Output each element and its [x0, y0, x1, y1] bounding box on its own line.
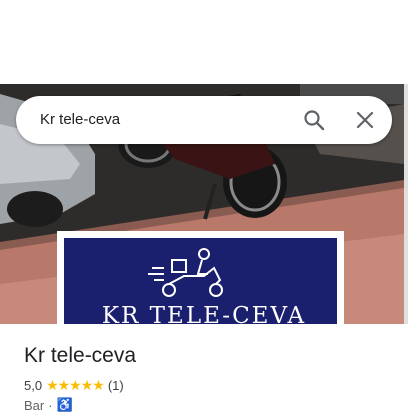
search-bar[interactable]: Kr tele-ceva — [16, 96, 392, 144]
rating-value: 5,0 — [24, 378, 43, 393]
scrollbar[interactable] — [404, 84, 408, 324]
search-icon[interactable] — [302, 108, 326, 132]
sign-board: KR TELE-CEVA — [64, 238, 337, 324]
category-row: Bar · ♿ — [24, 397, 73, 413]
business-sign: KR TELE-CEVA — [57, 231, 344, 324]
wheelchair-icon: ♿ — [56, 397, 73, 412]
separator: · — [48, 397, 53, 413]
place-category: Bar — [24, 397, 45, 413]
place-name: Kr tele-ceva — [24, 344, 137, 367]
sign-title: KR TELE-CEVA — [101, 303, 307, 324]
map-top-area — [0, 0, 408, 84]
star-rating-icon: ★★★★★ — [46, 377, 105, 393]
search-input[interactable]: Kr tele-ceva — [40, 111, 120, 128]
rating-row[interactable]: 5,0 ★★★★★ (1) — [24, 377, 124, 394]
review-count[interactable]: (1) — [108, 378, 124, 393]
place-info-panel: Kr tele-ceva 5,0 ★★★★★ (1) Bar · ♿ — [0, 324, 408, 413]
close-icon[interactable] — [353, 108, 377, 132]
